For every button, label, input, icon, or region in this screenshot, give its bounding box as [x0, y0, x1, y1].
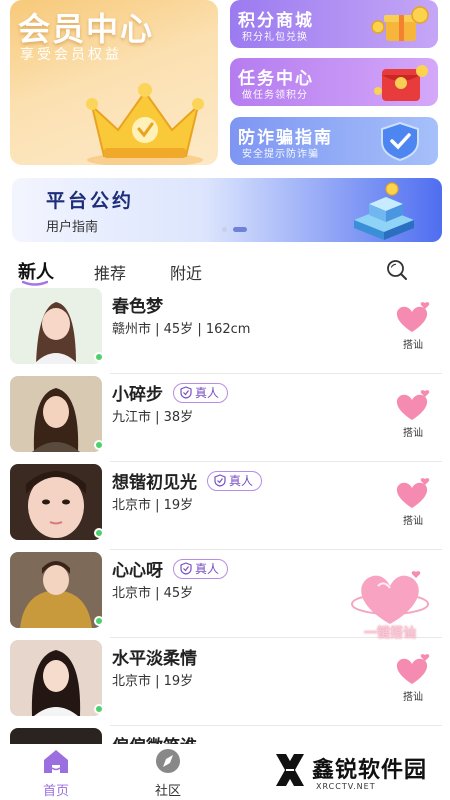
- user-name: 想锴初见光: [112, 473, 197, 493]
- heart-icon: [396, 302, 430, 332]
- chat-button[interactable]: 搭讪: [392, 388, 434, 440]
- platform-convention-banner[interactable]: 平台公约 用户指南: [12, 178, 442, 242]
- user-list: 春色梦 赣州市 | 45岁 | 162cm 搭讪 小碎步 真人 九江市 | 38…: [0, 286, 450, 756]
- task-center-card[interactable]: 任务中心 做任务领积分: [230, 58, 438, 106]
- isometric-blocks-icon: [354, 182, 414, 240]
- top-feature-area: 会员中心 享受会员权益 积分商城 积分礼包兑换 任务中心 做任务领积分 防诈骗指…: [0, 0, 450, 175]
- watermark-logo: 鑫锐软件园 XRCCTV.NET: [272, 750, 442, 796]
- avatar-container: [10, 552, 104, 628]
- search-icon[interactable]: [385, 258, 409, 282]
- user-row[interactable]: 水平淡柔情 北京市 | 19岁 搭讪: [0, 638, 450, 726]
- big-heart-icon: [351, 571, 429, 624]
- tab-nearby[interactable]: 附近: [170, 260, 202, 284]
- chat-button[interactable]: 搭讪: [392, 652, 434, 704]
- card-subtitle: 安全提示防诈骗: [242, 149, 319, 160]
- verified-label: 真人: [229, 474, 254, 488]
- shield-icon: [381, 121, 419, 162]
- shield-check-icon: [214, 474, 226, 487]
- avatar-container: [10, 288, 104, 364]
- chat-button[interactable]: 搭讪: [392, 300, 434, 352]
- watermark-name: 鑫锐软件园: [312, 758, 428, 783]
- user-row[interactable]: 小碎步 真人 九江市 | 38岁 搭讪: [0, 374, 450, 462]
- avatar[interactable]: [10, 552, 102, 628]
- verified-badge: 真人: [173, 382, 229, 403]
- user-name: 小碎步: [112, 385, 163, 405]
- nav-community-label: 社区: [154, 784, 181, 799]
- nav-home-label: 首页: [42, 784, 69, 799]
- name-line: 水平淡柔情: [112, 644, 197, 669]
- home-icon: [44, 750, 68, 773]
- name-line: 春色梦: [112, 292, 163, 317]
- verified-label: 真人: [195, 562, 220, 576]
- online-status-dot: [94, 528, 104, 538]
- shield-check-icon: [180, 386, 192, 399]
- heart-icon: [396, 654, 430, 684]
- card-subtitle: 积分礼包兑换: [242, 32, 308, 43]
- online-status-dot: [94, 704, 104, 714]
- avatar-container: [10, 376, 104, 452]
- one-click-chat-button[interactable]: 一键搭讪: [348, 566, 432, 644]
- carousel-indicator: [222, 227, 247, 232]
- card-subtitle: 做任务领积分: [242, 90, 308, 101]
- banner-subtitle: 用户指南: [46, 220, 99, 235]
- tab-recommend[interactable]: 推荐: [94, 260, 126, 284]
- points-mall-card[interactable]: 积分商城 积分礼包兑换: [230, 0, 438, 48]
- avatar-container: [10, 640, 104, 716]
- vip-center-card[interactable]: 会员中心 享受会员权益: [10, 0, 218, 165]
- shield-check-icon: [180, 562, 192, 575]
- user-name: 水平淡柔情: [112, 649, 197, 669]
- chat-label: 搭讪: [403, 340, 423, 351]
- carousel-dot: [222, 227, 227, 232]
- user-info: 北京市 | 19岁: [112, 674, 194, 689]
- chat-label: 搭讪: [403, 516, 423, 527]
- anti-fraud-guide-card[interactable]: 防诈骗指南 安全提示防诈骗: [230, 117, 438, 165]
- heart-icon: [396, 390, 430, 420]
- red-packet-icon: [374, 65, 428, 101]
- gift-coins-icon: [371, 6, 429, 41]
- crown-icon: [86, 83, 204, 165]
- x-logo-icon: [276, 754, 304, 786]
- user-info: 北京市 | 45岁: [112, 586, 194, 601]
- avatar[interactable]: [10, 640, 102, 716]
- user-row[interactable]: 想锴初见光 真人 北京市 | 19岁 搭讪: [0, 462, 450, 550]
- chat-label: 搭讪: [403, 692, 423, 703]
- avatar[interactable]: [10, 288, 102, 364]
- watermark-url: XRCCTV.NET: [316, 782, 376, 791]
- online-status-dot: [94, 440, 104, 450]
- user-name: 心心呀: [112, 561, 163, 581]
- verified-label: 真人: [195, 386, 220, 400]
- compass-icon: [156, 749, 180, 773]
- nav-community[interactable]: 社区: [138, 748, 198, 799]
- user-info: 北京市 | 19岁: [112, 498, 194, 513]
- verified-badge: 真人: [207, 470, 263, 491]
- online-status-dot: [94, 616, 104, 626]
- avatar[interactable]: [10, 464, 102, 540]
- user-name: 春色梦: [112, 297, 163, 317]
- user-info: 九江市 | 38岁: [112, 410, 194, 425]
- avatar[interactable]: [10, 376, 102, 452]
- vip-subtitle: 享受会员权益: [20, 47, 122, 63]
- heart-icon: [396, 478, 430, 508]
- chat-button[interactable]: 搭讪: [392, 476, 434, 528]
- bottom-nav: 首页 社区 鑫锐软件园 XRCCTV.NET: [0, 744, 450, 800]
- name-line: 心心呀 真人: [112, 556, 229, 581]
- banner-title: 平台公约: [46, 190, 135, 212]
- verified-badge: 真人: [173, 558, 229, 579]
- user-row[interactable]: 春色梦 赣州市 | 45岁 | 162cm 搭讪: [0, 286, 450, 374]
- chat-label: 搭讪: [403, 428, 423, 439]
- carousel-dot-active: [233, 227, 247, 232]
- avatar-container: [10, 464, 104, 540]
- user-info: 赣州市 | 45岁 | 162cm: [112, 322, 251, 337]
- nav-home[interactable]: 首页: [26, 748, 86, 799]
- list-tabs: 新人 推荐 附近: [0, 258, 450, 288]
- name-line: 小碎步 真人: [112, 380, 229, 405]
- online-status-dot: [94, 352, 104, 362]
- name-line: 想锴初见光 真人: [112, 468, 263, 493]
- one-click-chat-label: 一键搭讪: [363, 626, 416, 641]
